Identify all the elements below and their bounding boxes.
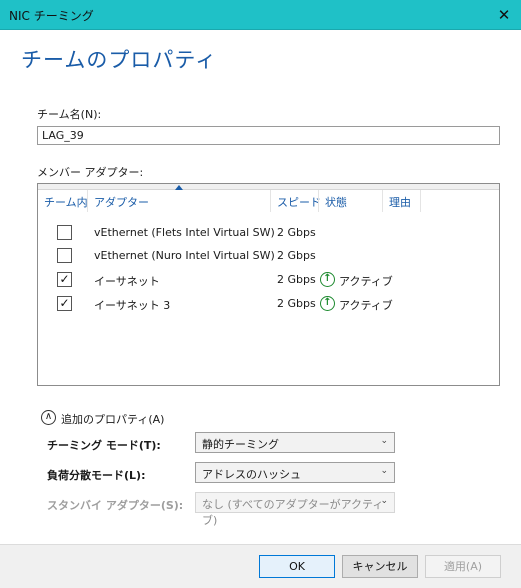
apply-button: 適用(A) — [425, 555, 501, 578]
adapter-status: アクティブ — [339, 299, 393, 312]
column-header-reason[interactable]: 理由 — [389, 194, 411, 210]
adapter-name: イーサネット 3 — [94, 299, 171, 312]
in-team-checkbox[interactable]: ✓ — [57, 296, 72, 311]
teaming-mode-select[interactable]: 静的チーミング ⌄ — [195, 432, 395, 453]
team-name-input[interactable]: LAG_39 — [37, 126, 500, 145]
table-row[interactable]: ✓ イーサネット 2 Gbps ↑ アクティブ — [38, 269, 499, 291]
chevron-down-icon: ⌄ — [380, 436, 388, 446]
title-bar: NIC チーミング ✕ — [0, 0, 521, 30]
window-title: NIC チーミング — [9, 9, 94, 23]
table-row[interactable]: ✓ イーサネット 3 2 Gbps ↑ アクティブ — [38, 293, 499, 315]
chevron-down-icon: ⌄ — [380, 466, 388, 476]
button-bar: OK キャンセル 適用(A) — [0, 544, 521, 588]
teaming-mode-value: 静的チーミング — [202, 438, 279, 451]
adapter-name: イーサネット — [94, 275, 160, 288]
column-header-adapter[interactable]: アダプター — [94, 194, 149, 210]
chevron-down-icon: ⌄ — [380, 496, 388, 506]
column-header-status[interactable]: 状態 — [325, 194, 347, 210]
adapter-speed: 2 Gbps — [277, 226, 316, 239]
load-balancing-mode-label: 負荷分散モード(L): — [47, 469, 146, 482]
dialog-body: チームのプロパティ チーム名(N): LAG_39 メンバー アダプター: チー… — [0, 30, 521, 588]
active-up-arrow-icon: ↑ — [320, 272, 335, 287]
load-balancing-mode-value: アドレスのハッシュ — [202, 468, 301, 481]
close-icon[interactable]: ✕ — [487, 0, 521, 30]
team-name-label: チーム名(N): — [37, 108, 102, 121]
page-title: チームのプロパティ — [21, 48, 218, 72]
adapter-name: vEthernet (Flets Intel Virtual SW) — [94, 226, 275, 239]
in-team-checkbox[interactable] — [57, 225, 72, 240]
table-row[interactable]: vEthernet (Flets Intel Virtual SW) 2 Gbp… — [38, 222, 499, 244]
adapter-name: vEthernet (Nuro Intel Virtual SW) — [94, 249, 275, 262]
column-header-speed[interactable]: スピード — [277, 194, 321, 210]
cancel-button[interactable]: キャンセル — [342, 555, 418, 578]
adapter-speed: 2 Gbps — [277, 273, 316, 286]
adapter-speed: 2 Gbps — [277, 249, 316, 262]
standby-adapter-select: なし (すべてのアダプターがアクティブ) ⌄ — [195, 492, 395, 527]
adapter-status: アクティブ — [339, 275, 393, 288]
load-balancing-mode-select[interactable]: アドレスのハッシュ ⌄ — [195, 462, 395, 483]
member-adapters-list[interactable]: チーム内 アダプター スピード 状態 理由 vEthernet (Flets I… — [37, 183, 500, 386]
additional-properties-label[interactable]: 追加のプロパティ(A) — [61, 411, 164, 427]
in-team-checkbox[interactable]: ✓ — [57, 272, 72, 287]
table-row[interactable]: vEthernet (Nuro Intel Virtual SW) 2 Gbps — [38, 245, 499, 267]
sort-ascending-icon — [175, 185, 183, 190]
in-team-checkbox[interactable] — [57, 248, 72, 263]
teaming-mode-label: チーミング モード(T): — [47, 439, 161, 452]
adapter-speed: 2 Gbps — [277, 297, 316, 310]
column-header-in-team[interactable]: チーム内 — [44, 194, 88, 210]
standby-adapter-label: スタンバイ アダプター(S): — [47, 499, 184, 512]
member-adapters-label: メンバー アダプター: — [37, 166, 144, 179]
standby-adapter-value: なし (すべてのアダプターがアクティブ) — [202, 498, 384, 527]
chevron-up-icon[interactable]: ∧ — [41, 410, 56, 425]
ok-button[interactable]: OK — [259, 555, 335, 578]
active-up-arrow-icon: ↑ — [320, 296, 335, 311]
